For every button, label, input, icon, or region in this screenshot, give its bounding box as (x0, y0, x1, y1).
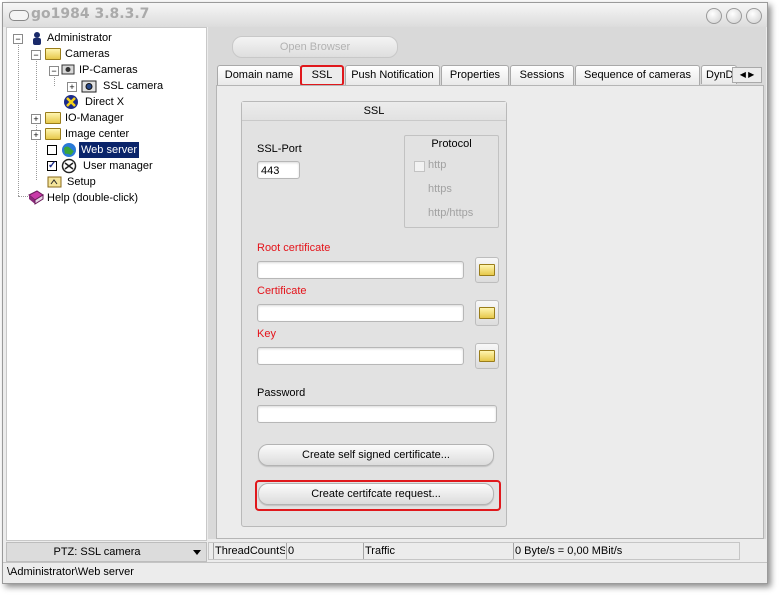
protocol-group: Protocol http https http/https (404, 135, 499, 228)
certificate-input[interactable] (257, 304, 464, 322)
certificate-label: Certificate (257, 285, 307, 297)
create-certificate-request-button[interactable]: Create certifcate request... (258, 483, 494, 505)
browse-root-certificate-button[interactable] (475, 257, 499, 283)
ssl-group-header: SSL (242, 102, 506, 121)
status-traffic-value: 0 Byte/s = 0,00 MBit/s (513, 543, 735, 559)
ptz-dropdown[interactable]: PTZ: SSL camera (6, 542, 207, 562)
tree-item-label: Cameras (65, 48, 110, 60)
window-title: go1984 3.8.3.7 (31, 6, 150, 22)
tree-item-label: IP-Cameras (79, 64, 138, 76)
folder-icon (45, 128, 61, 142)
tree-item-label: Setup (67, 176, 96, 188)
tree-item-label: SSL camera (103, 80, 164, 92)
expand-icon[interactable]: + (31, 114, 41, 124)
ptz-selected-value: PTZ: SSL camera (53, 546, 141, 558)
app-icon (9, 10, 29, 21)
root-certificate-label: Root certificate (257, 242, 331, 254)
ssl-port-label: SSL-Port (257, 143, 302, 155)
tree-item-label: User manager (83, 160, 153, 172)
status-count-value: 0 (286, 543, 358, 559)
camera-icon (81, 79, 97, 93)
globe-icon (61, 142, 77, 157)
protocol-option-https[interactable]: https (428, 183, 452, 195)
folder-icon (479, 307, 495, 319)
browse-certificate-button[interactable] (475, 300, 499, 326)
setup-icon (47, 175, 63, 189)
tree-item-label: Image center (65, 128, 130, 140)
password-label: Password (257, 387, 306, 399)
password-input[interactable] (257, 405, 497, 423)
checkbox-checked[interactable]: ✓ (47, 161, 57, 171)
title-bar[interactable]: go1984 3.8.3.7 (3, 3, 767, 27)
collapse-icon[interactable]: − (31, 50, 41, 60)
admin-icon (29, 31, 45, 45)
tree-item-label: Administrator (47, 32, 112, 44)
ssl-port-input[interactable]: 443 (257, 161, 300, 179)
tab-scroll-arrows[interactable]: ◀ ▶ (732, 67, 762, 83)
minimize-button[interactable] (706, 8, 722, 24)
help-book-icon (27, 190, 44, 205)
create-self-signed-certificate-button[interactable]: Create self signed certificate... (258, 444, 494, 466)
user-manager-icon (60, 158, 77, 174)
collapse-icon[interactable]: − (49, 66, 59, 76)
settings-panel: Open Browser Domain name SSL Push Notifi… (208, 27, 766, 539)
navigation-tree: − Administrator − Cameras − IP-Cameras + (6, 27, 207, 541)
app-window: go1984 3.8.3.7 − Administrator − Cameras… (2, 2, 768, 584)
path-bar: \Administrator\Web server (3, 562, 767, 583)
checkbox[interactable] (47, 145, 57, 155)
current-path: \Administrator\Web server (7, 566, 134, 578)
browse-key-button[interactable] (475, 343, 499, 369)
tab-properties[interactable]: Properties (441, 65, 509, 85)
maximize-button[interactable] (726, 8, 742, 24)
tab-ssl[interactable]: SSL (300, 65, 344, 86)
tree-item-label: Help (double-click) (47, 192, 139, 204)
ip-camera-icon (61, 63, 77, 77)
folder-icon (479, 350, 495, 362)
folder-icon (45, 112, 61, 126)
expand-icon[interactable]: + (31, 130, 41, 140)
tab-push-notification[interactable]: Push Notification (345, 65, 440, 85)
tab-sessions[interactable]: Sessions (510, 65, 574, 85)
ssl-tab-page: SSL SSL-Port 443 Protocol http https htt… (216, 85, 764, 539)
direct-x-icon (63, 94, 79, 109)
folder-icon (479, 264, 495, 276)
open-browser-button[interactable]: Open Browser (232, 36, 398, 58)
protocol-option-http[interactable]: http (428, 159, 446, 171)
expand-icon[interactable]: + (67, 82, 77, 92)
folder-icon (45, 48, 61, 62)
root-certificate-input[interactable] (257, 261, 464, 279)
protocol-title: Protocol (431, 138, 472, 150)
status-thread-count: ThreadCountS (213, 543, 285, 559)
collapse-icon[interactable]: − (13, 34, 23, 44)
ssl-group: SSL SSL-Port 443 Protocol http https htt… (241, 101, 507, 527)
tree-item-label: IO-Manager (65, 112, 124, 124)
protocol-option-http-https[interactable]: http/https (428, 207, 473, 219)
key-input[interactable] (257, 347, 464, 365)
key-label: Key (257, 328, 276, 340)
close-button[interactable] (746, 8, 762, 24)
status-traffic-label: Traffic (363, 543, 505, 559)
http-checkbox[interactable] (414, 161, 425, 172)
chevron-down-icon[interactable] (193, 550, 201, 555)
tree-item-label: Web server (79, 142, 140, 158)
tab-sequence-of-cameras[interactable]: Sequence of cameras (575, 65, 700, 85)
status-bar: ThreadCountS 0 Traffic 0 Byte/s = 0,00 M… (208, 542, 740, 560)
tree-item-label: Direct X (85, 96, 125, 108)
tab-domain-name[interactable]: Domain name (217, 65, 301, 85)
